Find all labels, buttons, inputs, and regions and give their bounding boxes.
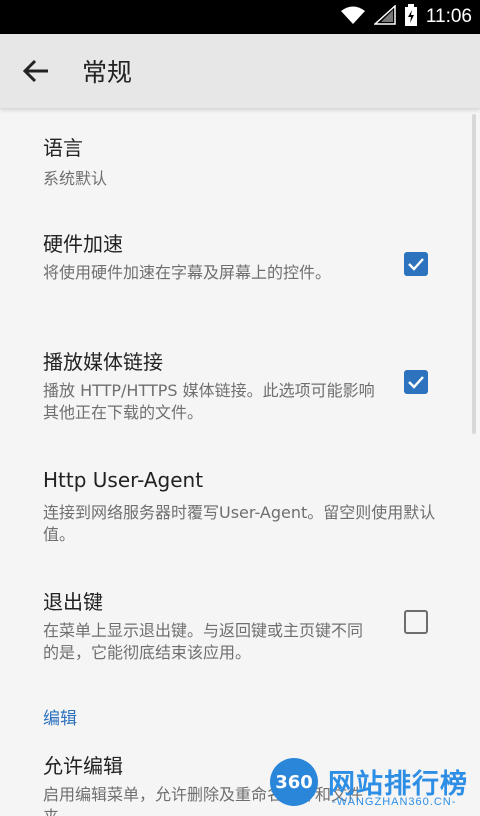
setting-play-media-links[interactable]: 播放媒体链接 播放 HTTP/HTTPS 媒体链接。此选项可能影响其他正在下载的… xyxy=(0,342,480,432)
setting-exit-button[interactable]: 退出键 在菜单上显示退出键。与返回键或主页键不同的是，它能彻底结束该应用。 xyxy=(0,582,480,672)
exit-button-checkbox[interactable] xyxy=(404,610,428,634)
battery-charging-icon xyxy=(404,4,418,30)
setting-hardware-acceleration[interactable]: 硬件加速 将使用硬件加速在字幕及屏幕上的控件。 xyxy=(0,224,480,314)
page-title: 常规 xyxy=(82,58,133,87)
settings-list: 语言 系统默认 硬件加速 将使用硬件加速在字幕及屏幕上的控件。 播放媒体链接 播… xyxy=(0,108,480,816)
watermark-logo: 360 网站排行榜 -WANGZHAN360.CN- xyxy=(270,758,480,816)
setting-title: 硬件加速 xyxy=(43,232,123,256)
setting-title: Http User-Agent xyxy=(43,468,204,492)
signal-icon xyxy=(372,4,396,29)
app-bar: 常规 xyxy=(0,34,480,108)
setting-title: 语言 xyxy=(43,136,83,160)
setting-language[interactable]: 语言 系统默认 xyxy=(0,128,480,208)
arrow-back-icon[interactable] xyxy=(22,57,50,85)
status-bar: 11:06 xyxy=(0,0,480,34)
setting-subtitle: 系统默认 xyxy=(43,169,108,188)
status-time: 11:06 xyxy=(425,6,472,27)
setting-http-user-agent[interactable]: Http User-Agent 连接到网络服务器时覆写User-Agent。留空… xyxy=(0,464,480,554)
setting-subtitle: 播放 HTTP/HTTPS 媒体链接。此选项可能影响其他正在下载的文件。 xyxy=(43,381,375,422)
play-media-links-checkbox[interactable] xyxy=(404,370,428,394)
setting-subtitle: 连接到网络服务器时覆写User-Agent。留空则使用默认值。 xyxy=(43,503,436,544)
setting-title: 允许编辑 xyxy=(43,754,123,778)
hardware-acceleration-checkbox[interactable] xyxy=(404,252,428,276)
setting-subtitle: 将使用硬件加速在字幕及屏幕上的控件。 xyxy=(43,263,332,282)
setting-title: 播放媒体链接 xyxy=(43,350,163,374)
setting-title: 退出键 xyxy=(43,590,103,614)
status-icons: 11:06 xyxy=(340,0,472,34)
watermark-url: -WANGZHAN360.CN- xyxy=(332,796,457,808)
section-header-edit: 编辑 xyxy=(43,709,77,729)
setting-subtitle: 在菜单上显示退出键。与返回键或主页键不同的是，它能彻底结束该应用。 xyxy=(43,621,364,662)
wifi-icon xyxy=(340,5,366,29)
watermark-circle: 360 xyxy=(270,758,318,806)
